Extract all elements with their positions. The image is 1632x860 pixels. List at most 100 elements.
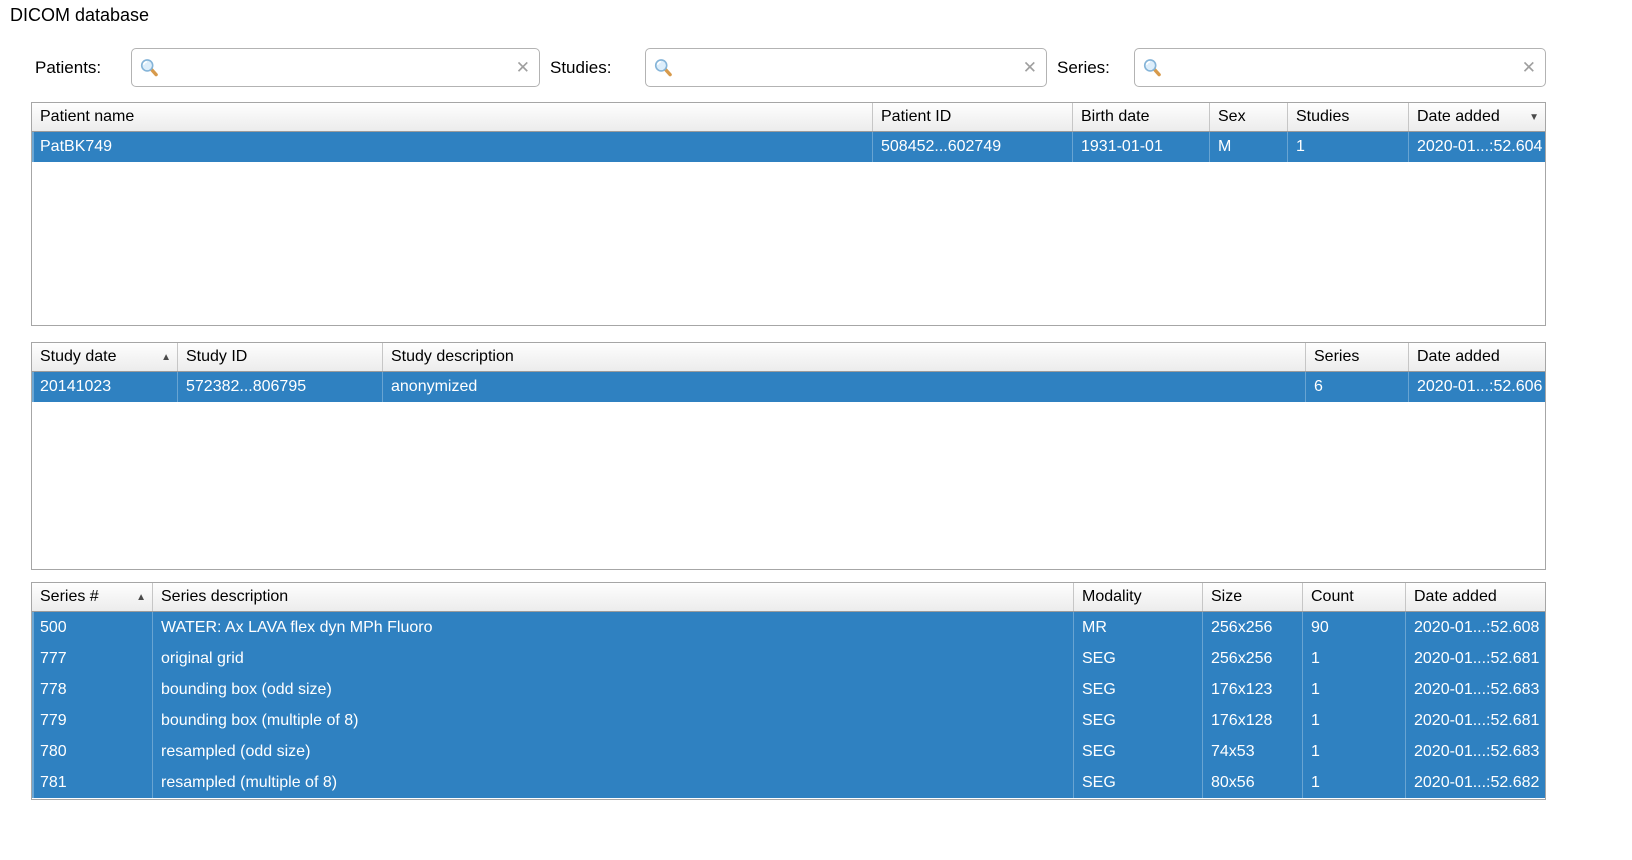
studies-table: Study date ▲ Study ID Study description Seri… [31, 342, 1546, 570]
cell: 572382...806795 [178, 372, 383, 402]
cell: WATER: Ax LAVA flex dyn MPh Fluoro [153, 612, 1074, 643]
column-header-date-added[interactable]: Date added ▼ [1409, 103, 1545, 131]
cell: 2020-01...:52.683 [1414, 742, 1540, 760]
studies-clear-button[interactable]: ✕ [1023, 59, 1037, 76]
cell: 6 [1306, 372, 1409, 402]
cell: 1 [1303, 705, 1406, 736]
cell: anonymized [383, 372, 1306, 402]
table-row[interactable]: 20141023 572382...806795 anonymized 6 2020-0… [32, 372, 1545, 402]
column-header-date-added[interactable]: Date added [1409, 343, 1545, 371]
cell: 500 [32, 612, 153, 643]
table-row[interactable]: 781 resampled (multiple of 8) SEG 80x56 1 202… [32, 767, 1545, 798]
column-header-size[interactable]: Size [1203, 583, 1303, 611]
patients-filter-label: Patients: [35, 58, 102, 77]
table-row[interactable]: 500 WATER: Ax LAVA flex dyn MPh Fluoro MR 2… [32, 612, 1545, 643]
column-header-label: Sex [1218, 108, 1246, 125]
cell: 74x53 [1203, 736, 1303, 767]
column-header-label: Date added [1417, 108, 1500, 125]
table-row[interactable]: 778 bounding box (odd size) SEG 176x123 1 202… [32, 674, 1545, 705]
cell: 779 [32, 705, 153, 736]
page-title: DICOM database [10, 5, 150, 25]
column-header-study-date[interactable]: Study date ▲ [32, 343, 178, 371]
cell: 1 [1303, 736, 1406, 767]
patients-table: Patient name Patient ID Birth date Sex Studi… [31, 102, 1546, 326]
table-row[interactable]: 777 original grid SEG 256x256 1 2020-01...:52… [32, 643, 1545, 674]
series-clear-button[interactable]: ✕ [1522, 59, 1536, 76]
cell: 256x256 [1203, 643, 1303, 674]
cell: 1 [1303, 767, 1406, 798]
cell: 2020-01...:52.681 [1414, 711, 1540, 729]
cell: M [1210, 132, 1288, 162]
cell: 1 [1303, 674, 1406, 705]
series-filter-label: Series: [1057, 58, 1110, 77]
column-header-label: Date added [1417, 348, 1500, 365]
cell: 1931-01-01 [1073, 132, 1210, 162]
column-header-label: Study date [40, 348, 117, 365]
cell: 777 [32, 643, 153, 674]
cell: 1 [1303, 643, 1406, 674]
column-header-label: Count [1311, 588, 1354, 605]
search-icon [140, 58, 158, 76]
cell: 778 [32, 674, 153, 705]
column-header-date-added[interactable]: Date added [1406, 583, 1545, 611]
cell: 20141023 [32, 372, 178, 402]
cell: 2020-01...:52.604 [1417, 138, 1543, 155]
column-header-label: Modality [1082, 588, 1142, 605]
column-header-study-description[interactable]: Study description [383, 343, 1306, 371]
column-header-label: Series [1314, 348, 1360, 365]
column-header-label: Study description [391, 348, 514, 365]
table-body[interactable]: PatBK749 508452...602749 1931-01-01 M 1 2020-… [32, 132, 1545, 162]
cell: 2020-01...:52.606 [1417, 378, 1543, 395]
cell: 176x123 [1203, 674, 1303, 705]
column-header-sex[interactable]: Sex [1210, 103, 1288, 131]
column-header-label: Size [1211, 588, 1243, 605]
cell: 1 [1288, 132, 1409, 162]
studies-search-input[interactable] [673, 49, 1023, 86]
cell: SEG [1074, 643, 1203, 674]
cell: 780 [32, 736, 153, 767]
column-header-count[interactable]: Count [1303, 583, 1406, 611]
table-body[interactable]: 20141023 572382...806795 anonymized 6 2020-0… [32, 372, 1545, 402]
table-row[interactable]: 779 bounding box (multiple of 8) SEG 176x12… [32, 705, 1545, 736]
column-header-label: Patient name [40, 108, 135, 125]
series-search-input[interactable] [1162, 49, 1522, 86]
series-table: Series # ▲ Series description Modality Size C… [31, 582, 1546, 800]
table-row[interactable]: PatBK749 508452...602749 1931-01-01 M 1 2020-… [32, 132, 1545, 162]
cell: bounding box (odd size) [153, 674, 1074, 705]
column-header-patient-name[interactable]: Patient name [32, 103, 873, 131]
table-row[interactable]: 780 resampled (odd size) SEG 74x53 1 2020-01.… [32, 736, 1545, 767]
cell: 508452...602749 [873, 132, 1073, 162]
cell: SEG [1074, 674, 1203, 705]
cell: PatBK749 [32, 132, 873, 162]
column-header-modality[interactable]: Modality [1074, 583, 1203, 611]
column-header-label: Date added [1414, 588, 1497, 605]
sort-descending-icon: ▼ [1529, 111, 1539, 123]
column-header-label: Birth date [1081, 108, 1150, 125]
cell: SEG [1074, 767, 1203, 798]
cell: MR [1074, 612, 1203, 643]
column-header-series[interactable]: Series [1306, 343, 1409, 371]
cell: 80x56 [1203, 767, 1303, 798]
cell: 2020-01...:52.681 [1414, 649, 1540, 667]
cell: bounding box (multiple of 8) [153, 705, 1074, 736]
studies-filter-label: Studies: [550, 58, 612, 77]
cell: 90 [1303, 612, 1406, 643]
patients-clear-button[interactable]: ✕ [516, 59, 530, 76]
column-header-series[interactable]: Series # ▲ [32, 583, 153, 611]
column-header-study-id[interactable]: Study ID [178, 343, 383, 371]
column-header-birth-date[interactable]: Birth date [1073, 103, 1210, 131]
table-header-row: Study date ▲ Study ID Study description Seri… [32, 343, 1545, 372]
patients-search-input[interactable] [159, 49, 516, 86]
cell: original grid [153, 643, 1074, 674]
cell: resampled (multiple of 8) [153, 767, 1074, 798]
column-header-series-description[interactable]: Series description [153, 583, 1074, 611]
sort-ascending-icon: ▲ [136, 591, 146, 603]
column-header-patient-id[interactable]: Patient ID [873, 103, 1073, 131]
column-header-label: Series description [161, 588, 289, 605]
cell: SEG [1074, 736, 1203, 767]
cell: 176x128 [1203, 705, 1303, 736]
column-header-label: Study ID [186, 348, 248, 365]
column-header-studies[interactable]: Studies [1288, 103, 1409, 131]
table-body[interactable]: 500 WATER: Ax LAVA flex dyn MPh Fluoro MR 2… [32, 612, 1545, 798]
table-header-row: Patient name Patient ID Birth date Sex Studi… [32, 103, 1545, 132]
